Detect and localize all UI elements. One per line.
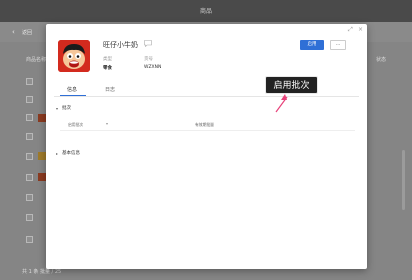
row-thumbnail xyxy=(38,173,46,181)
section-basic-title[interactable]: 基本信息 xyxy=(62,150,80,156)
pagination: 共 1 条 批量 / 25 xyxy=(22,269,62,275)
type-label: 类型 xyxy=(103,57,112,62)
chevron-down-icon[interactable]: ▾ xyxy=(56,106,58,111)
comment-icon[interactable] xyxy=(144,40,152,47)
scrollbar[interactable] xyxy=(402,150,405,210)
enable-batch-label: 启用批次 xyxy=(68,122,84,127)
section-batch-title[interactable]: 批次 xyxy=(62,105,71,111)
row-checkbox[interactable] xyxy=(26,153,33,160)
expand-icon[interactable]: ⤢ xyxy=(348,27,353,33)
column-header-status: 状态 xyxy=(376,57,387,63)
row-checkbox[interactable] xyxy=(26,96,33,103)
product-detail-dialog: ⤢ × 旺仔小牛奶 类型 零食 货号 WZXNN 启用 ··· 信息 日志 ▾ … xyxy=(46,24,367,269)
tab-divider xyxy=(54,96,359,97)
row-checkbox[interactable] xyxy=(26,114,33,121)
code-label: 货号 xyxy=(144,57,153,62)
chevron-down-icon[interactable]: ▾ xyxy=(106,121,108,126)
row-checkbox[interactable] xyxy=(26,78,33,85)
batch-field-row: 启用批次 ▾ 有效期批量 xyxy=(60,120,355,131)
product-name: 旺仔小牛奶 xyxy=(103,41,138,49)
row-checkbox[interactable] xyxy=(26,174,33,181)
app-top-bar: 商品 xyxy=(0,0,412,22)
chevron-right-icon[interactable]: ▸ xyxy=(56,151,58,156)
row-checkbox[interactable] xyxy=(26,194,33,201)
app-title: 商品 xyxy=(199,8,212,15)
type-value: 零食 xyxy=(103,66,112,71)
enable-button[interactable]: 启用 xyxy=(300,40,324,50)
row-checkbox[interactable] xyxy=(26,236,33,243)
code-value: WZXNN xyxy=(144,65,162,70)
row-thumbnail xyxy=(38,114,46,122)
tab-info[interactable]: 信息 xyxy=(67,86,77,93)
tab-log[interactable]: 日志 xyxy=(105,86,115,93)
more-button[interactable]: ··· xyxy=(330,40,346,50)
product-avatar xyxy=(58,40,90,72)
column-header-name: 商品名称 xyxy=(26,57,47,63)
batch-value: 有效期批量 xyxy=(195,122,214,127)
row-checkbox[interactable] xyxy=(26,214,33,221)
row-checkbox[interactable] xyxy=(26,133,33,140)
close-icon[interactable]: × xyxy=(358,27,363,33)
back-icon[interactable]: ‹ xyxy=(12,28,15,36)
row-thumbnail xyxy=(38,152,46,160)
back-label[interactable]: 返回 xyxy=(22,29,32,36)
annotation-label: 启用批次 xyxy=(265,76,318,94)
